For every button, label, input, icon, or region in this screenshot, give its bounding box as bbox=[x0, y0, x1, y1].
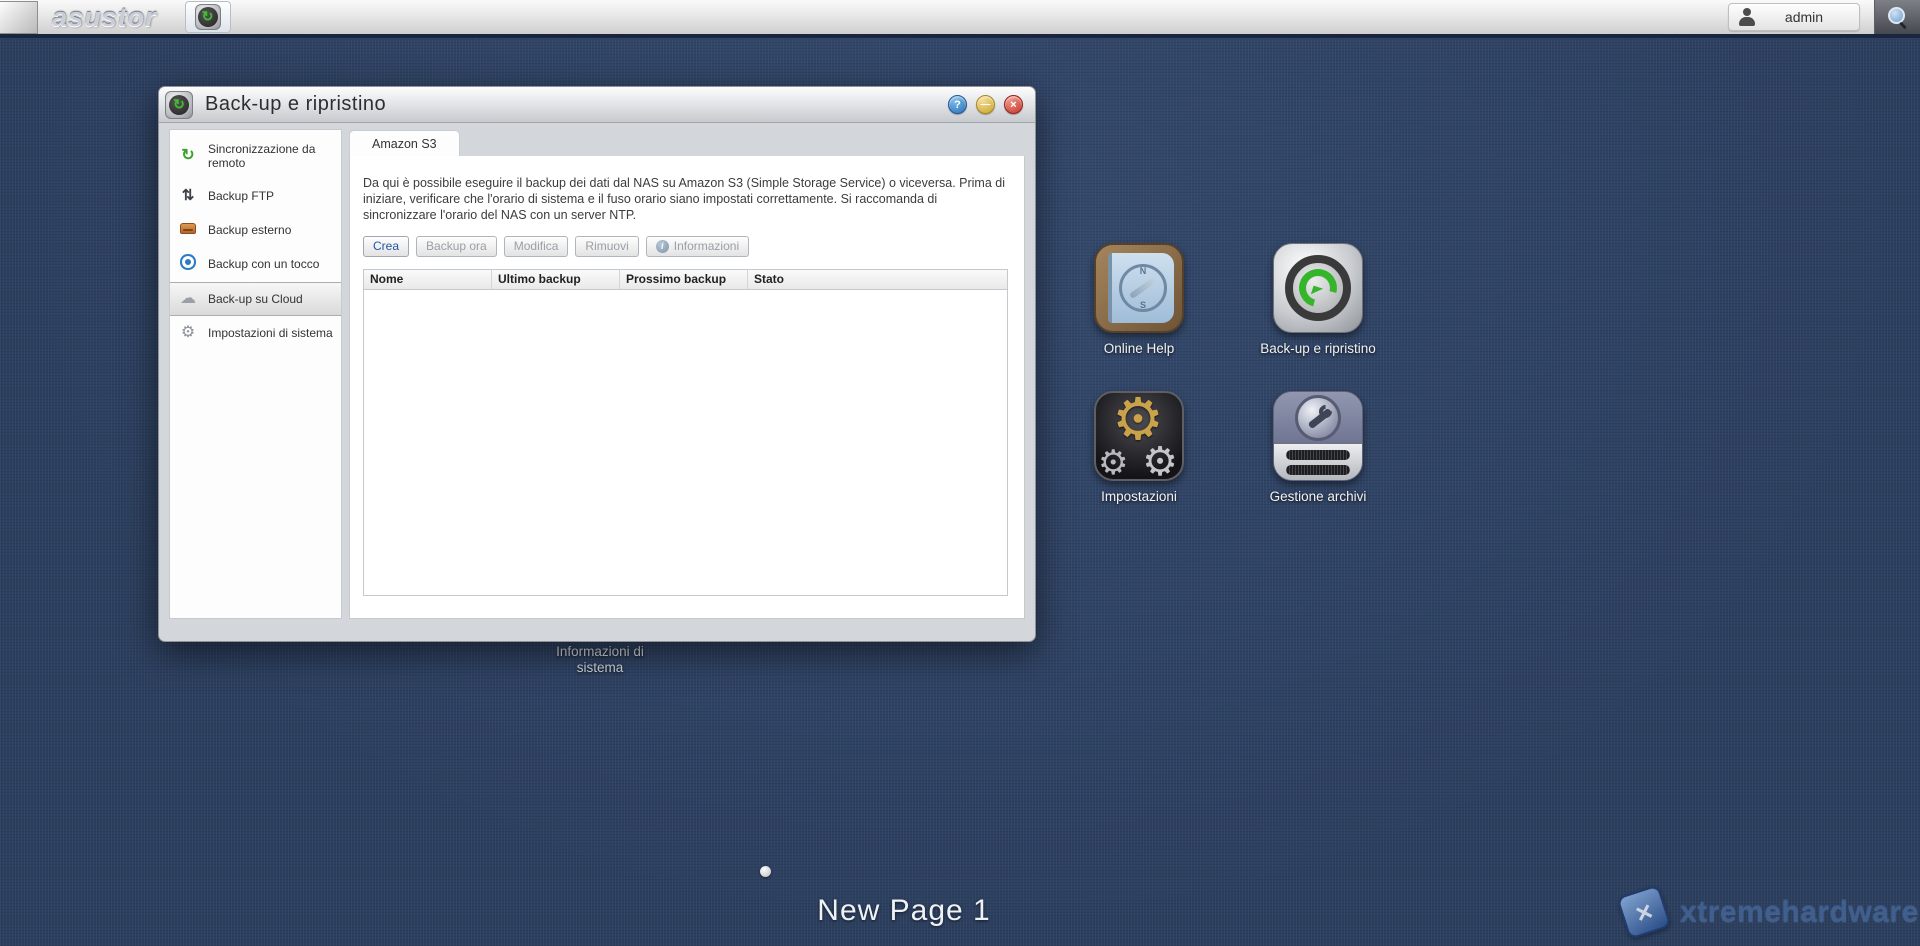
toolbar: Crea Backup ora Modifica Rimuovi i Infor… bbox=[363, 236, 1010, 257]
desktop-icon-label: Impostazioni bbox=[1073, 488, 1205, 506]
user-name: admin bbox=[1767, 9, 1859, 25]
column-header-nome[interactable]: Nome bbox=[364, 270, 492, 289]
external-drive-icon bbox=[177, 221, 199, 239]
cloud-icon: ☁ bbox=[177, 290, 199, 308]
backup-jobs-table: Nome Ultimo backup Prossimo backup Stato bbox=[363, 269, 1008, 596]
column-header-prossimo-backup[interactable]: Prossimo backup bbox=[620, 270, 748, 289]
window-controls: ? — × bbox=[948, 95, 1023, 114]
storage-manager-icon bbox=[1273, 391, 1363, 481]
information-button[interactable]: i Informazioni bbox=[646, 236, 749, 257]
compass-icon: N S bbox=[1119, 264, 1167, 312]
backup-app-icon: ↻ bbox=[195, 4, 221, 30]
search-zone[interactable] bbox=[1874, 0, 1920, 34]
edit-button[interactable]: Modifica bbox=[504, 236, 569, 257]
close-button[interactable]: × bbox=[1004, 95, 1023, 114]
tab-bar: Amazon S3 bbox=[349, 129, 1025, 156]
window-icon: ↻ bbox=[165, 91, 193, 119]
column-header-ultimo-backup[interactable]: Ultimo backup bbox=[492, 270, 620, 289]
window-title: Back-up e ripristino bbox=[205, 93, 386, 116]
window-footer bbox=[159, 619, 1035, 642]
sync-icon: ↻ bbox=[177, 147, 199, 165]
xtremehardware-logo-icon: × bbox=[1616, 884, 1671, 939]
gear-icon: ⚙ bbox=[177, 324, 199, 342]
sidebar-item-system-settings[interactable]: ⚙ Impostazioni di sistema bbox=[170, 316, 341, 350]
topbar-right: admin bbox=[1728, 0, 1920, 34]
sidebar-item-external-backup[interactable]: Backup esterno bbox=[170, 213, 341, 247]
asustor-logo: asustor bbox=[52, 2, 157, 33]
desktop-icon-backup[interactable]: Back-up e ripristino bbox=[1252, 243, 1384, 358]
taskbar-active-app[interactable]: ↻ bbox=[185, 1, 231, 33]
sidebar-item-remote-sync[interactable]: ↻ Sincronizzazione da remoto bbox=[170, 134, 341, 179]
page-label: New Page 1 bbox=[759, 894, 1049, 928]
tab-amazon-s3[interactable]: Amazon S3 bbox=[349, 130, 460, 156]
amazon-s3-panel: Da qui è possibile eseguire il backup de… bbox=[349, 156, 1025, 619]
watermark-text: xtremehardware.it bbox=[1680, 895, 1920, 929]
sidebar-item-cloud-backup[interactable]: ☁ Back-up su Cloud bbox=[170, 282, 341, 316]
panel-description: Da qui è possibile eseguire il backup de… bbox=[363, 176, 1008, 224]
remove-button[interactable]: Rimuovi bbox=[575, 236, 638, 257]
online-help-icon: N S bbox=[1094, 243, 1184, 333]
desktop-icon-storage-manager[interactable]: Gestione archivi bbox=[1252, 391, 1384, 506]
sidebar-item-one-touch-backup[interactable]: Backup con un tocco bbox=[170, 247, 341, 282]
help-button[interactable]: ? bbox=[948, 95, 967, 114]
backup-restore-window: ↻ Back-up e ripristino ? — × ↻ Sincroniz… bbox=[158, 86, 1036, 642]
page-indicator-dot[interactable] bbox=[760, 866, 771, 877]
one-touch-icon bbox=[177, 255, 199, 274]
window-titlebar[interactable]: ↻ Back-up e ripristino ? — × bbox=[159, 87, 1035, 123]
taskbar-left-button[interactable] bbox=[0, 1, 38, 34]
table-header: Nome Ultimo backup Prossimo backup Stato bbox=[364, 270, 1007, 290]
main-area: Amazon S3 Da qui è possibile eseguire il… bbox=[349, 129, 1025, 619]
watermark: × xtremehardware.it bbox=[1622, 890, 1920, 934]
top-bar: asustor ↻ admin bbox=[0, 0, 1920, 38]
desktop-icon-system-info-label[interactable]: Informazioni di sistema bbox=[535, 644, 665, 676]
user-menu-button[interactable]: admin bbox=[1728, 3, 1860, 31]
desktop-icon-settings[interactable]: ⚙ ⚙ ⚙ Impostazioni bbox=[1073, 391, 1205, 506]
info-icon: i bbox=[656, 240, 669, 253]
settings-gears-icon: ⚙ ⚙ ⚙ bbox=[1094, 391, 1184, 481]
column-header-stato[interactable]: Stato bbox=[748, 270, 1007, 289]
desktop: asustor ↻ admin N S bbox=[0, 0, 1920, 946]
window-content: ↻ Sincronizzazione da remoto ⇅ Backup FT… bbox=[169, 129, 1025, 619]
desktop-icon-label: Gestione archivi bbox=[1252, 488, 1384, 506]
wrench-icon bbox=[1295, 395, 1341, 441]
user-icon bbox=[1737, 7, 1757, 27]
sidebar: ↻ Sincronizzazione da remoto ⇅ Backup FT… bbox=[169, 129, 342, 619]
desktop-icon-label: Back-up e ripristino bbox=[1252, 340, 1384, 358]
search-icon[interactable] bbox=[1887, 6, 1909, 28]
backup-now-button[interactable]: Backup ora bbox=[416, 236, 497, 257]
table-body-empty bbox=[364, 290, 1007, 595]
sidebar-item-ftp-backup[interactable]: ⇅ Backup FTP bbox=[170, 179, 341, 213]
create-button[interactable]: Crea bbox=[363, 236, 409, 257]
ftp-icon: ⇅ bbox=[177, 187, 199, 205]
minimize-button[interactable]: — bbox=[976, 95, 995, 114]
backup-restore-icon bbox=[1273, 243, 1363, 333]
desktop-icon-label: Online Help bbox=[1073, 340, 1205, 358]
desktop-icon-online-help[interactable]: N S Online Help bbox=[1073, 243, 1205, 358]
